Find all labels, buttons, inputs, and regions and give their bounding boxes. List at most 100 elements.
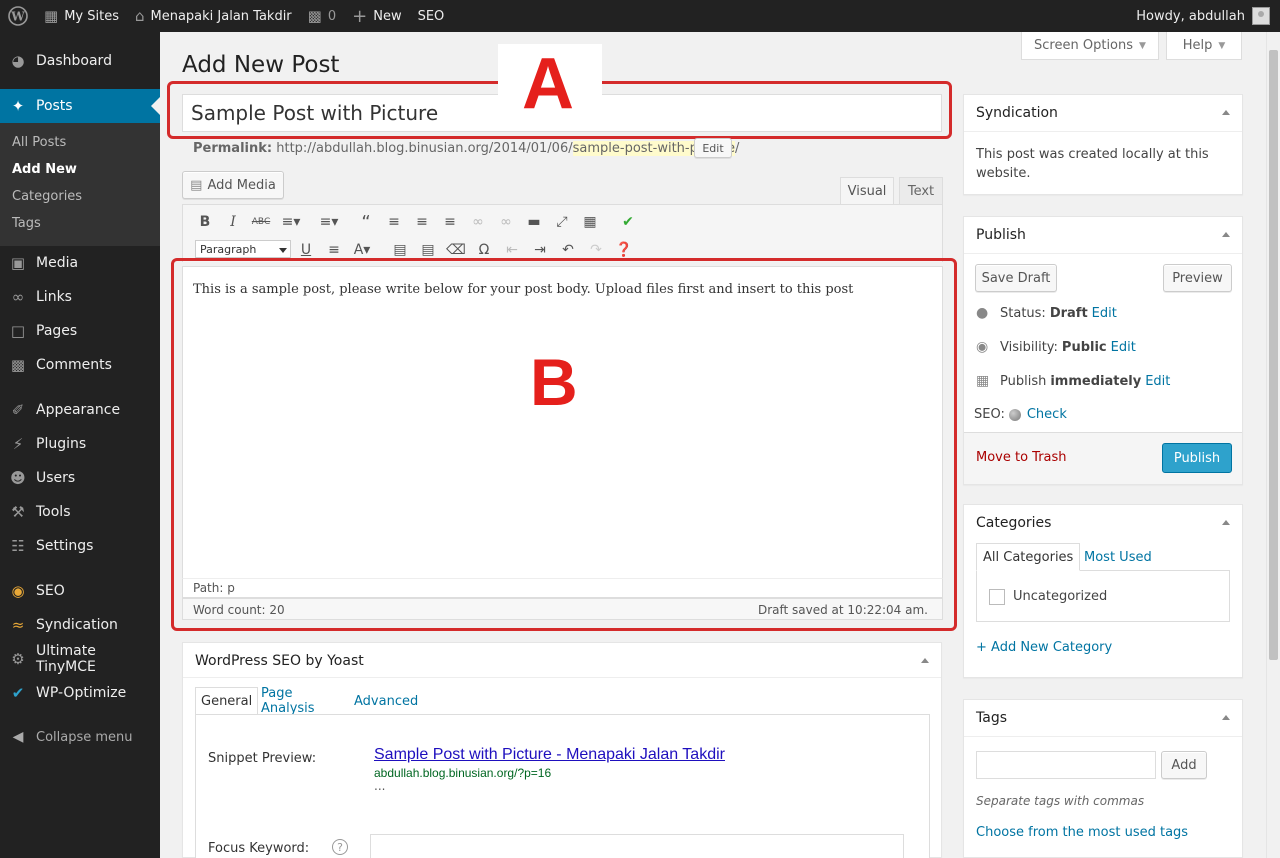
- choose-most-used-tags-link[interactable]: Choose from the most used tags: [976, 825, 1188, 840]
- menu-links-label: Links: [36, 289, 72, 305]
- chevron-down-icon: [279, 248, 287, 253]
- tab-visual[interactable]: Visual: [840, 177, 894, 204]
- menu-tools[interactable]: ⚒ Tools: [0, 495, 160, 529]
- bold-icon[interactable]: B: [194, 211, 216, 233]
- category-checkbox[interactable]: [989, 589, 1005, 605]
- publish-box-title: Publish: [976, 227, 1026, 243]
- link-icon: ∞: [11, 288, 25, 306]
- evernote-icon[interactable]: ✔: [617, 211, 639, 233]
- bullet-list-icon[interactable]: ≡▾: [280, 211, 302, 233]
- blockquote-icon[interactable]: “: [355, 211, 377, 233]
- my-account-menu[interactable]: Howdy, abdullah: [1136, 0, 1280, 32]
- seo-tab-advanced[interactable]: Advanced: [354, 687, 418, 715]
- submenu-categories[interactable]: Categories: [12, 189, 82, 204]
- menu-dashboard[interactable]: ◕ Dashboard: [0, 44, 160, 78]
- read-more-icon[interactable]: ▬: [523, 211, 545, 233]
- insert-link-icon[interactable]: ∞: [467, 211, 489, 233]
- seo-check-link[interactable]: Check: [1027, 407, 1067, 422]
- strikethrough-icon[interactable]: ABC: [250, 211, 272, 233]
- toggle-arrow-icon[interactable]: [1222, 110, 1230, 115]
- menu-links[interactable]: ∞ Links: [0, 280, 160, 314]
- tab-most-used[interactable]: Most Used: [1084, 543, 1152, 571]
- format-select[interactable]: Paragraph: [195, 240, 291, 258]
- site-name-menu[interactable]: ⌂ Menapaki Jalan Takdir: [127, 0, 300, 32]
- align-left-icon[interactable]: ≡: [383, 211, 405, 233]
- menu-dashboard-label: Dashboard: [36, 53, 112, 69]
- permalink-base: http://abdullah.blog.binusian.org/2014/0…: [276, 141, 573, 156]
- seo-menu[interactable]: SEO: [410, 0, 453, 32]
- fullscreen-icon[interactable]: ⤢: [551, 211, 573, 233]
- my-sites-menu[interactable]: ▦ My Sites: [36, 0, 127, 32]
- menu-settings[interactable]: ☷ Settings: [0, 529, 160, 563]
- tab-all-categories[interactable]: All Categories: [976, 543, 1081, 571]
- user-icon: ☻: [10, 469, 26, 487]
- scrollbar-thumb[interactable]: [1269, 50, 1278, 660]
- visibility-row: ◉ Visibility: Public Edit: [976, 339, 1136, 355]
- publish-button[interactable]: Publish: [1162, 443, 1232, 473]
- paintbrush-icon: ✐: [11, 401, 25, 419]
- seo-tab-general[interactable]: General: [195, 687, 259, 715]
- add-new-category-link[interactable]: + Add New Category: [976, 640, 1112, 655]
- wrench-icon: ⚒: [11, 503, 25, 521]
- numbered-list-icon[interactable]: ≡▾: [318, 211, 340, 233]
- format-select-value: Paragraph: [200, 242, 257, 256]
- seo-box-title: WordPress SEO by Yoast: [195, 653, 364, 669]
- move-to-trash-link[interactable]: Move to Trash: [976, 450, 1067, 465]
- categories-box: Categories Uncategorized All Categories …: [963, 504, 1243, 678]
- help-button[interactable]: Help ▼: [1166, 32, 1242, 60]
- screen-options-button[interactable]: Screen Options ▼: [1021, 32, 1159, 60]
- tab-text[interactable]: Text: [899, 177, 943, 204]
- help-icon[interactable]: ?: [332, 839, 348, 855]
- menu-wp-optimize[interactable]: ✔ WP-Optimize: [0, 676, 160, 710]
- add-media-button[interactable]: ▤ Add Media: [182, 171, 284, 199]
- permalink-edit-button[interactable]: Edit: [694, 138, 732, 158]
- tag-input[interactable]: [976, 751, 1156, 779]
- checkmark-circle-icon: ✔: [11, 684, 25, 702]
- align-right-icon[interactable]: ≡: [439, 211, 461, 233]
- align-center-icon[interactable]: ≡: [411, 211, 433, 233]
- menu-users[interactable]: ☻ Users: [0, 461, 160, 495]
- menu-posts[interactable]: ✦ Posts: [0, 89, 160, 123]
- seo-tab-page-analysis[interactable]: Page Analysis: [261, 686, 315, 716]
- toggle-arrow-icon[interactable]: [1222, 520, 1230, 525]
- menu-seo[interactable]: ◉ SEO: [0, 574, 160, 608]
- edit-visibility-link[interactable]: Edit: [1111, 340, 1136, 355]
- submenu-tags[interactable]: Tags: [12, 216, 41, 231]
- admin-sidebar: ◕ Dashboard ✦ Posts All Posts Add New Ca…: [0, 32, 160, 858]
- dashboard-icon: ◕: [11, 52, 25, 70]
- add-tag-button[interactable]: Add: [1161, 751, 1207, 779]
- visibility-label: Visibility:: [1000, 339, 1058, 355]
- toggle-arrow-icon[interactable]: [921, 658, 929, 663]
- tags-hint: Separate tags with commas: [976, 794, 1145, 808]
- new-content-menu[interactable]: + New: [344, 0, 409, 32]
- wordpress-logo-icon[interactable]: W: [0, 0, 36, 32]
- toolbar-toggle-icon[interactable]: ▦: [579, 211, 601, 233]
- edit-status-link[interactable]: Edit: [1092, 306, 1117, 321]
- comments-menu[interactable]: ▩ 0: [300, 0, 344, 32]
- snippet-title: Sample Post with Picture - Menapaki Jala…: [374, 746, 725, 763]
- italic-icon[interactable]: I: [222, 211, 244, 233]
- menu-ultimate-tinymce[interactable]: ⚙ Ultimate TinyMCE: [0, 642, 160, 676]
- pushpin-icon: ✦: [11, 97, 25, 115]
- menu-media[interactable]: ▣ Media: [0, 246, 160, 280]
- status-row: ● Status: Draft Edit: [976, 305, 1117, 321]
- menu-comments[interactable]: ▩ Comments: [0, 348, 160, 382]
- focus-keyword-input[interactable]: [370, 834, 904, 858]
- menu-plugins[interactable]: ⚡ Plugins: [0, 427, 160, 461]
- submenu-add-new[interactable]: Add New: [12, 162, 77, 177]
- menu-syndication[interactable]: ≈ Syndication: [0, 608, 160, 642]
- save-draft-button[interactable]: Save Draft: [975, 264, 1057, 292]
- preview-button[interactable]: Preview: [1163, 264, 1232, 292]
- admin-bar: W ▦ My Sites ⌂ Menapaki Jalan Takdir ▩ 0…: [0, 0, 1280, 32]
- menu-appearance[interactable]: ✐ Appearance: [0, 393, 160, 427]
- page-scrollbar[interactable]: [1266, 32, 1280, 858]
- unlink-icon[interactable]: ∞: [495, 211, 517, 233]
- submenu-all-posts[interactable]: All Posts: [12, 135, 66, 150]
- toggle-arrow-icon[interactable]: [1222, 232, 1230, 237]
- yoast-icon: ◉: [11, 582, 25, 600]
- edit-schedule-link[interactable]: Edit: [1145, 374, 1170, 389]
- collapse-menu[interactable]: ◀ Collapse menu: [0, 725, 160, 749]
- menu-pages[interactable]: □ Pages: [0, 314, 160, 348]
- rss-icon: ≈: [11, 616, 25, 634]
- toggle-arrow-icon[interactable]: [1222, 715, 1230, 720]
